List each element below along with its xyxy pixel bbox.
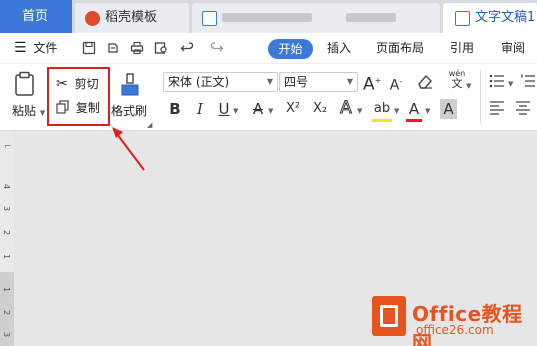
align-center-icon[interactable] — [515, 101, 531, 115]
office-logo-inner — [380, 305, 398, 327]
ruler-number: 2 — [2, 229, 12, 236]
font-size-value: 四号 — [284, 75, 309, 89]
font-name-select[interactable]: 宋体 (正文) ▼ — [163, 72, 278, 92]
bullet-list-icon[interactable] — [489, 74, 505, 88]
writer-doc-icon — [455, 11, 470, 26]
font-color-dropdown-icon[interactable]: ▼ — [425, 107, 430, 115]
bullet-list-dropdown-icon[interactable]: ▼ — [508, 80, 513, 88]
ruler-number: 4 — [2, 183, 12, 190]
italic-button[interactable]: I — [192, 99, 208, 119]
font-color-button[interactable]: A — [406, 99, 422, 122]
bold-button[interactable]: B — [166, 99, 184, 119]
phonetic-dropdown-icon[interactable]: ▼ — [466, 82, 471, 90]
tab-references[interactable]: 引用 — [450, 33, 474, 64]
save-icon[interactable] — [82, 41, 96, 55]
shrink-font-label: A — [389, 77, 400, 94]
ruler-corner-icon: ⌐ — [4, 142, 12, 152]
tab-blurred-document[interactable] — [192, 3, 440, 52]
blurred-tab-title-2 — [346, 13, 397, 22]
tab-active-document[interactable]: 文字文稿1 — [443, 3, 537, 33]
strikethrough-button[interactable]: A — [250, 99, 266, 119]
annotation-highlight-box — [47, 67, 110, 126]
hamburger-icon: ☰ — [14, 40, 27, 56]
file-menu-label: 文件 — [33, 41, 58, 55]
ribbon-divider — [480, 70, 481, 124]
ruler-number: 3 — [2, 205, 12, 212]
wps-writer-window: 首页 稻壳模板 文字文稿1 ☰ 文件 开始 插入 页面布局 引用 审阅 粘贴 ▼… — [0, 0, 537, 346]
underline-button[interactable]: U — [216, 99, 232, 119]
underline-dropdown-icon[interactable]: ▼ — [233, 107, 238, 115]
superscript-button[interactable]: X² — [282, 99, 304, 119]
undo-icon[interactable] — [180, 41, 194, 55]
format-painter-icon[interactable] — [120, 73, 140, 97]
watermark-site: office26.com — [416, 323, 494, 337]
tab-active-label: 文字文稿1 — [475, 10, 536, 25]
tab-start[interactable]: 开始 — [268, 39, 313, 59]
paste-dropdown-icon: ▼ — [39, 109, 46, 117]
print-icon[interactable] — [130, 41, 144, 55]
export-pdf-icon[interactable] — [106, 41, 120, 55]
tab-insert[interactable]: 插入 — [327, 33, 351, 64]
ruler-number: 3 — [2, 331, 12, 338]
paste-label: 粘贴 — [12, 104, 37, 118]
ruler-number: 1 — [2, 286, 12, 293]
ruler-number: 2 — [2, 309, 12, 316]
redo-icon[interactable] — [210, 41, 224, 55]
paste-icon[interactable] — [14, 71, 36, 97]
character-shading-button[interactable]: A — [440, 99, 457, 119]
watermark-title: Office教程网 — [412, 302, 523, 346]
file-menu[interactable]: ☰ 文件 — [14, 33, 57, 64]
text-effect-dropdown-icon[interactable]: ▼ — [357, 107, 362, 115]
font-name-value: 宋体 (正文) — [168, 75, 230, 89]
font-size-select[interactable]: 四号 ▼ — [279, 72, 358, 92]
blurred-tab-title — [222, 13, 312, 22]
highlight-button[interactable]: ab — [372, 99, 392, 122]
tab-template-label: 稻壳模板 — [105, 10, 158, 25]
tab-bar: 首页 稻壳模板 文字文稿1 — [0, 0, 537, 52]
tab-template[interactable]: 稻壳模板 — [75, 3, 189, 33]
tab-page-layout[interactable]: 页面布局 — [376, 33, 424, 64]
chevron-down-icon: ▼ — [266, 77, 273, 86]
shrink-font-button[interactable]: A- — [388, 72, 404, 96]
text-effect-button[interactable]: A — [337, 98, 355, 119]
chevron-down-icon: ▼ — [346, 77, 353, 86]
ruler-number: 1 — [2, 253, 12, 260]
menu-bar: ☰ 文件 ▼ ▼ 开始 插入 页 — [0, 33, 537, 86]
format-painter-button[interactable]: 格式刷 — [111, 102, 147, 119]
grow-font-button[interactable]: A+ — [363, 71, 381, 95]
writer-doc-icon — [202, 11, 217, 26]
numbered-list-icon[interactable] — [520, 74, 536, 88]
office-logo-icon — [372, 296, 406, 336]
tab-home[interactable]: 首页 — [0, 0, 72, 33]
highlight-dropdown-icon[interactable]: ▼ — [394, 107, 399, 115]
strikethrough-dropdown-icon[interactable]: ▼ — [268, 107, 273, 115]
docer-logo-icon — [85, 11, 100, 26]
subscript-button[interactable]: X₂ — [309, 99, 331, 119]
grow-font-label: A — [363, 74, 375, 95]
paste-button[interactable]: 粘贴 ▼ — [12, 102, 45, 119]
align-left-icon[interactable] — [489, 101, 505, 115]
annotation-arrow-icon — [112, 127, 145, 171]
print-preview-icon[interactable] — [154, 41, 168, 55]
clear-format-icon[interactable] — [416, 73, 434, 91]
tab-review[interactable]: 审阅 — [501, 33, 525, 64]
